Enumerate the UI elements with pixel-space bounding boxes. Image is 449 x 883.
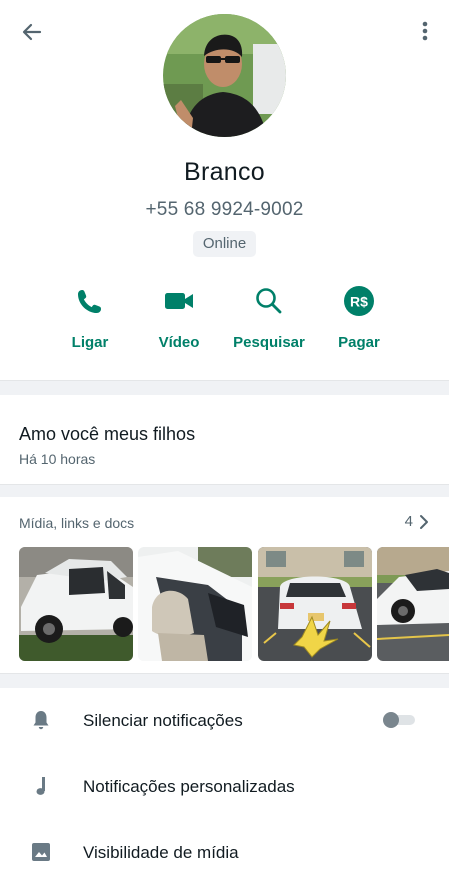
image-icon — [32, 843, 50, 861]
mute-notifications-row[interactable]: Silenciar notificações — [0, 688, 449, 752]
profile-photo[interactable] — [163, 14, 286, 137]
pay-icon: R$ — [344, 286, 374, 316]
car-side-photo — [377, 547, 449, 661]
custom-notifications-row[interactable]: Notificações personalizadas — [0, 754, 449, 818]
arrow-left-icon — [22, 23, 42, 41]
media-count: 4 — [404, 513, 413, 530]
avatar-image — [163, 14, 286, 137]
pay-button[interactable]: R$ Pagar — [314, 282, 404, 362]
more-vertical-icon — [422, 21, 428, 41]
section-divider — [0, 484, 449, 497]
phone-icon — [78, 290, 101, 313]
media-visibility-row[interactable]: Visibilidade de mídia — [0, 820, 449, 883]
car-interior-photo — [138, 547, 252, 661]
call-button[interactable]: Ligar — [45, 282, 135, 362]
back-button[interactable] — [18, 18, 46, 46]
media-thumbnail[interactable] — [377, 547, 449, 661]
media-visibility-label: Visibilidade de mídia — [83, 843, 239, 862]
contact-phone: +55 68 9924-9002 — [145, 199, 304, 220]
mute-notifications-label: Silenciar notificações — [83, 711, 243, 730]
music-note-icon — [36, 777, 45, 795]
custom-notifications-label: Notificações personalizadas — [83, 777, 295, 796]
section-divider — [0, 673, 449, 688]
video-icon — [165, 293, 193, 309]
search-icon — [256, 288, 282, 314]
about-section[interactable]: Amo você meus filhos Há 10 horas — [0, 396, 449, 484]
car-photo — [19, 547, 133, 661]
media-thumbnail[interactable] — [19, 547, 133, 661]
search-label: Pesquisar — [233, 334, 305, 351]
pay-label: Pagar — [338, 334, 380, 351]
car-rear-photo — [258, 547, 372, 661]
media-thumbnail[interactable] — [138, 547, 252, 661]
about-timestamp: Há 10 horas — [19, 451, 96, 467]
chevron-right-icon — [420, 515, 428, 529]
contact-name: Branco — [183, 158, 265, 186]
mute-toggle[interactable] — [381, 712, 417, 728]
bell-icon — [33, 711, 49, 730]
status-badge: Online — [193, 231, 256, 257]
about-text: Amo você meus filhos — [19, 424, 196, 444]
more-options-button[interactable] — [413, 18, 437, 46]
contact-info-screen: Branco +55 68 9924-9002 Online Ligar Víd… — [0, 0, 449, 883]
action-bar: Ligar Vídeo Pesquisar R$ Pagar — [0, 282, 449, 362]
section-divider — [0, 380, 449, 395]
call-label: Ligar — [71, 334, 109, 351]
media-thumbnail[interactable] — [258, 547, 372, 661]
search-button[interactable]: Pesquisar — [224, 282, 314, 362]
media-header[interactable]: Mídia, links e docs 4 — [0, 497, 449, 542]
media-title: Mídia, links e docs — [19, 515, 135, 531]
video-label: Vídeo — [158, 334, 200, 351]
pay-icon-text: R$ — [350, 294, 368, 310]
video-call-button[interactable]: Vídeo — [134, 282, 224, 362]
